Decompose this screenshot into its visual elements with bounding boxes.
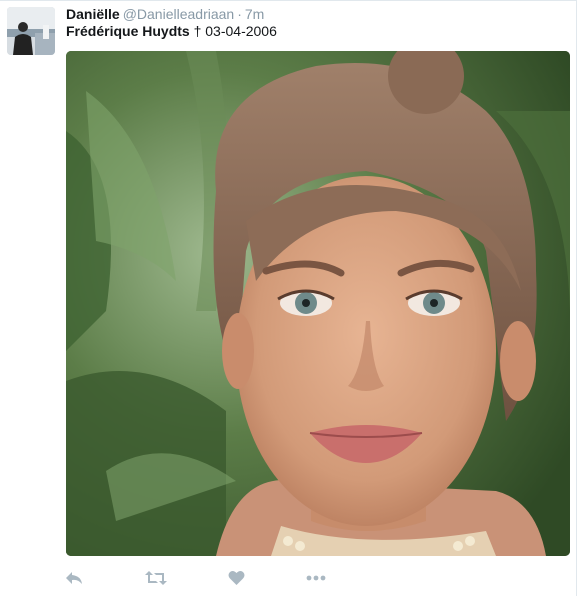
tweet-text-rest: † 03-04-2006: [189, 23, 277, 39]
top-divider: [0, 0, 577, 1]
tweet-actions: [66, 568, 366, 588]
tweet-text: Frédérique Huydts † 03-04-2006: [66, 22, 277, 40]
avatar-image: [7, 7, 55, 55]
heart-icon: [228, 570, 244, 585]
more-button[interactable]: [304, 568, 328, 588]
author-handle[interactable]: @Danielleadriaan: [123, 6, 235, 22]
retweet-button[interactable]: [144, 568, 168, 588]
like-button[interactable]: [224, 568, 248, 588]
tweet-text-bold: Frédérique Huydts: [66, 23, 190, 39]
tweet-photo[interactable]: [66, 51, 570, 556]
separator-dot: ·: [237, 6, 242, 22]
tweet-header: Daniëlle @Danielleadriaan · 7m: [66, 5, 264, 23]
timestamp[interactable]: 7m: [245, 6, 264, 22]
reply-icon: [66, 572, 82, 584]
retweet-icon: [145, 571, 167, 585]
avatar[interactable]: [7, 7, 55, 55]
more-icon: [306, 575, 326, 581]
portrait-photo: [66, 51, 570, 556]
author-name[interactable]: Daniëlle: [66, 6, 120, 22]
reply-button[interactable]: [62, 568, 86, 588]
